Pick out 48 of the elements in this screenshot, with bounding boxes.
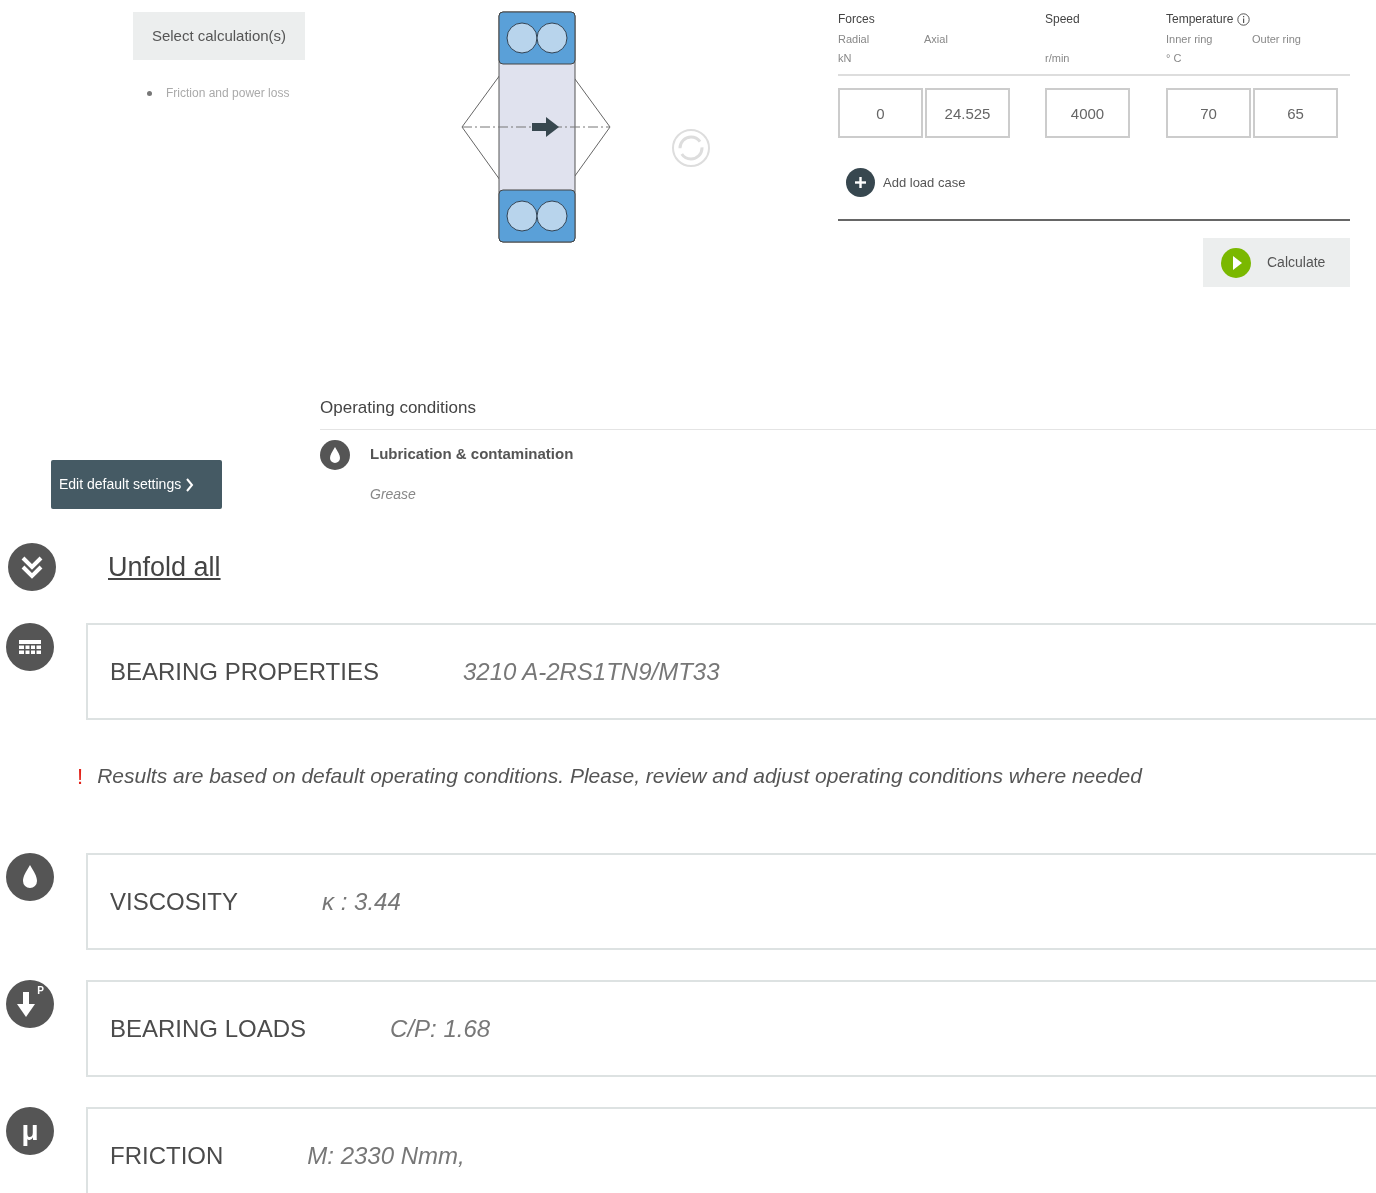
edit-default-settings-button[interactable]: Edit default settings — [51, 460, 222, 509]
column-heading: Speed — [1045, 11, 1080, 28]
section-heading: Operating conditions — [320, 398, 476, 417]
field-label: Inner ring — [1166, 33, 1213, 45]
field-label: Outer ring — [1252, 33, 1301, 45]
panel-title: FRICTION — [110, 1140, 224, 1171]
bullet-icon — [147, 90, 152, 96]
add-load-case-button[interactable]: Add load case — [846, 168, 1350, 197]
panel-title: BEARING PROPERTIES — [110, 656, 379, 687]
column-heading: Forces — [838, 11, 875, 28]
select-calculations-button[interactable]: Select calculation(s) — [133, 12, 305, 60]
plus-icon — [846, 168, 875, 197]
mu-icon: μ — [6, 1107, 54, 1155]
result-panel[interactable]: VISCOSITY κ : 3.44 — [86, 853, 1376, 950]
panel-value: M: 2330 Nmm, — [307, 1140, 465, 1171]
result-panel[interactable]: BEARING LOADS C/P: 1.68 — [86, 980, 1376, 1077]
result-panel[interactable]: BEARING PROPERTIES 3210 A-2RS1TN9/MT33 — [86, 623, 1376, 720]
warning-message: Results are based on default operating conditions. Please, review and adjust operating conditions where needed — [97, 763, 1142, 790]
panel-value: C/P: 1.68 — [390, 1013, 491, 1044]
drop-icon — [6, 853, 54, 901]
double-chevron-down-icon[interactable] — [8, 543, 56, 591]
panel-title: BEARING LOADS — [110, 1013, 307, 1044]
calculation-item: Friction and power loss — [166, 85, 290, 102]
field-label: Axial — [924, 33, 948, 45]
field-label: Radial — [838, 33, 870, 45]
play-icon — [1221, 247, 1251, 278]
condition-value: Grease — [370, 484, 416, 504]
panel-value: κ : 3.44 — [322, 886, 401, 917]
number-input[interactable]: 70 — [1166, 88, 1251, 138]
number-input[interactable]: 4000 — [1045, 88, 1130, 138]
table-icon — [6, 623, 54, 671]
column-heading: Temperature — [1166, 11, 1234, 28]
number-input[interactable]: 0 — [838, 88, 923, 138]
unfold-all-link[interactable]: Unfold all — [108, 546, 221, 588]
calculate-button[interactable]: Calculate — [1203, 238, 1350, 287]
number-input[interactable]: 65 — [1253, 88, 1338, 138]
unit-label: kN — [838, 50, 852, 66]
warning-icon: ! — [77, 759, 84, 793]
info-icon[interactable] — [1237, 12, 1251, 26]
drop-icon — [320, 439, 350, 470]
unit-label: r/min — [1045, 50, 1070, 66]
condition-title: Lubrication & contamination — [370, 444, 574, 465]
panel-value: 3210 A-2RS1TN9/MT33 — [462, 656, 720, 687]
chevron-right-icon — [185, 477, 195, 492]
panel-title: VISCOSITY — [110, 886, 239, 917]
number-input[interactable]: 24.525 — [925, 88, 1010, 138]
unit-label: ° C — [1166, 50, 1182, 66]
result-panel[interactable]: FRICTION M: 2330 Nmm, — [86, 1107, 1376, 1193]
